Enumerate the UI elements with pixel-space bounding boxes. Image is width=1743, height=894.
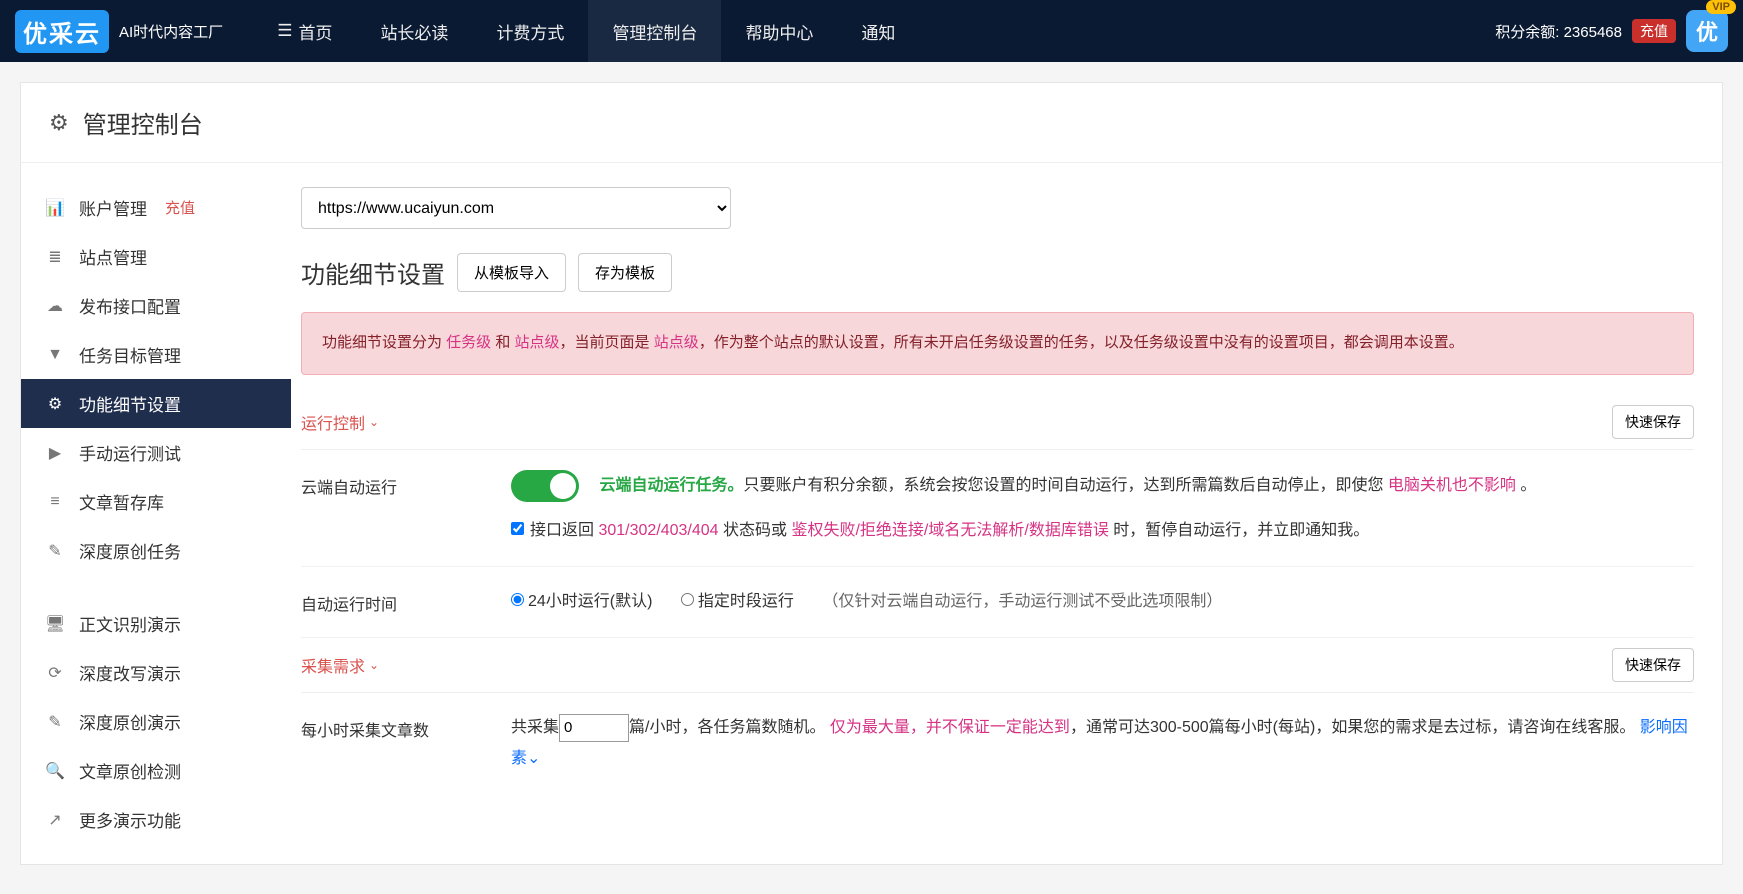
nav-console[interactable]: 管理控制台 (588, 0, 721, 62)
sidebar-item-more-demo[interactable]: ↗更多演示功能 (21, 795, 291, 844)
nav-must-read[interactable]: 站长必读 (356, 0, 472, 62)
section-title: 功能细节设置 (301, 255, 445, 290)
page-panel: ⚙ 管理控制台 📊账户管理充值 ≣站点管理 ☁发布接口配置 ▼任务目标管理 ⚙功… (20, 82, 1723, 865)
label-cloud-auto-run: 云端自动运行 (301, 470, 511, 546)
sidebar-item-account[interactable]: 📊账户管理充值 (21, 183, 291, 232)
sidebar-item-rewrite-demo[interactable]: ⟳深度改写演示 (21, 648, 291, 697)
radio-timed[interactable] (681, 593, 694, 606)
run-time-hint: （仅针对云端自动运行，手动运行测试不受此选项限制） (822, 593, 1222, 610)
logo-icon: 优采云 (15, 10, 109, 53)
nav-right: 积分余额: 2365468 充值 优 VIP (1495, 10, 1728, 52)
quick-save-button-2[interactable]: 快速保存 (1612, 648, 1694, 682)
section-run-control: 运行控制⌄ 快速保存 (301, 395, 1694, 450)
chevron-down-icon: ⌄ (369, 658, 379, 672)
sidebar-item-detail-settings[interactable]: ⚙功能细节设置 (21, 379, 291, 428)
nav-home[interactable]: ☰首页 (253, 0, 356, 62)
sidebar-item-publish[interactable]: ☁发布接口配置 (21, 281, 291, 330)
label-auto-run-time: 自动运行时间 (301, 587, 511, 617)
sidebar-item-manual-run[interactable]: ▶手动运行测试 (21, 428, 291, 477)
db-icon: ≡ (45, 493, 65, 511)
sidebar-item-deep-original[interactable]: ✎深度原创任务 (21, 526, 291, 575)
play-icon: ▶ (45, 443, 65, 463)
sidebar-recharge-badge: 充值 (165, 197, 195, 218)
points-label: 积分余额: 2365468 (1495, 21, 1622, 42)
sidebar: 📊账户管理充值 ≣站点管理 ☁发布接口配置 ▼任务目标管理 ⚙功能细节设置 ▶手… (21, 163, 291, 864)
main-content: https://www.ucaiyun.com 功能细节设置 从模板导入 存为模… (291, 163, 1722, 864)
radio-24h[interactable] (511, 593, 524, 606)
sidebar-item-sites[interactable]: ≣站点管理 (21, 232, 291, 281)
search-icon: 🔍 (45, 761, 65, 781)
page-header: ⚙ 管理控制台 (21, 83, 1722, 163)
chevron-down-icon: ⌄ (369, 415, 379, 429)
cloud-icon: ☁ (45, 296, 65, 316)
nav-help[interactable]: 帮助中心 (721, 0, 837, 62)
quick-save-button[interactable]: 快速保存 (1612, 405, 1694, 439)
avatar[interactable]: 优 VIP (1686, 10, 1728, 52)
recharge-button[interactable]: 充值 (1632, 19, 1676, 43)
nav-notice[interactable]: 通知 (837, 0, 919, 62)
edit-icon: ✎ (45, 541, 65, 561)
save-template-button[interactable]: 存为模板 (578, 253, 672, 292)
nav-billing[interactable]: 计费方式 (472, 0, 588, 62)
radio-timed-label[interactable]: 指定时段运行 (681, 593, 794, 610)
chart-icon: 📊 (45, 198, 65, 218)
share-icon: ↗ (45, 810, 65, 830)
gear-icon: ⚙ (49, 110, 69, 136)
logo-slogan: AI时代内容工厂 (119, 21, 223, 42)
cloud-auto-run-toggle[interactable] (511, 470, 579, 502)
chevron-down-icon: ⌄ (527, 750, 540, 767)
sidebar-item-article-cache[interactable]: ≡文章暂存库 (21, 477, 291, 526)
radio-24h-label[interactable]: 24小时运行(默认) (511, 593, 652, 610)
top-navbar: 优采云 AI时代内容工厂 ☰首页 站长必读 计费方式 管理控制台 帮助中心 通知… (0, 0, 1743, 62)
gear-icon: ⚙ (45, 394, 65, 414)
sidebar-item-original-check[interactable]: 🔍文章原创检测 (21, 746, 291, 795)
nav-items: ☰首页 站长必读 计费方式 管理控制台 帮助中心 通知 (253, 0, 919, 62)
page-title: 管理控制台 (83, 105, 203, 140)
refresh-icon: ⟳ (45, 663, 65, 683)
section-collect-need: 采集需求⌄ 快速保存 (301, 638, 1694, 693)
filter-icon: ▼ (45, 346, 65, 364)
pause-on-error-checkbox[interactable] (511, 522, 524, 535)
label-articles-per-hour: 每小时采集文章数 (301, 713, 511, 774)
sidebar-item-text-recognition[interactable]: 🖥正文识别演示 (21, 599, 291, 648)
vip-badge: VIP (1706, 0, 1736, 14)
info-alert: 功能细节设置分为 任务级 和 站点级，当前页面是 站点级，作为整个站点的默认设置… (301, 312, 1694, 375)
green-label: 云端自动运行任务。 (599, 477, 743, 494)
monitor-icon: 🖥 (45, 614, 65, 634)
section-collect-need-title[interactable]: 采集需求⌄ (301, 653, 379, 677)
list-icon: ≣ (45, 247, 65, 267)
sidebar-item-task-target[interactable]: ▼任务目标管理 (21, 330, 291, 379)
list-icon: ☰ (277, 21, 292, 41)
import-template-button[interactable]: 从模板导入 (457, 253, 566, 292)
section-run-control-title[interactable]: 运行控制⌄ (301, 410, 379, 434)
logo-area: 优采云 AI时代内容工厂 (15, 10, 223, 53)
edit-icon: ✎ (45, 712, 65, 732)
sidebar-item-original-demo[interactable]: ✎深度原创演示 (21, 697, 291, 746)
articles-per-hour-input[interactable] (559, 714, 629, 742)
site-select[interactable]: https://www.ucaiyun.com (301, 187, 731, 229)
